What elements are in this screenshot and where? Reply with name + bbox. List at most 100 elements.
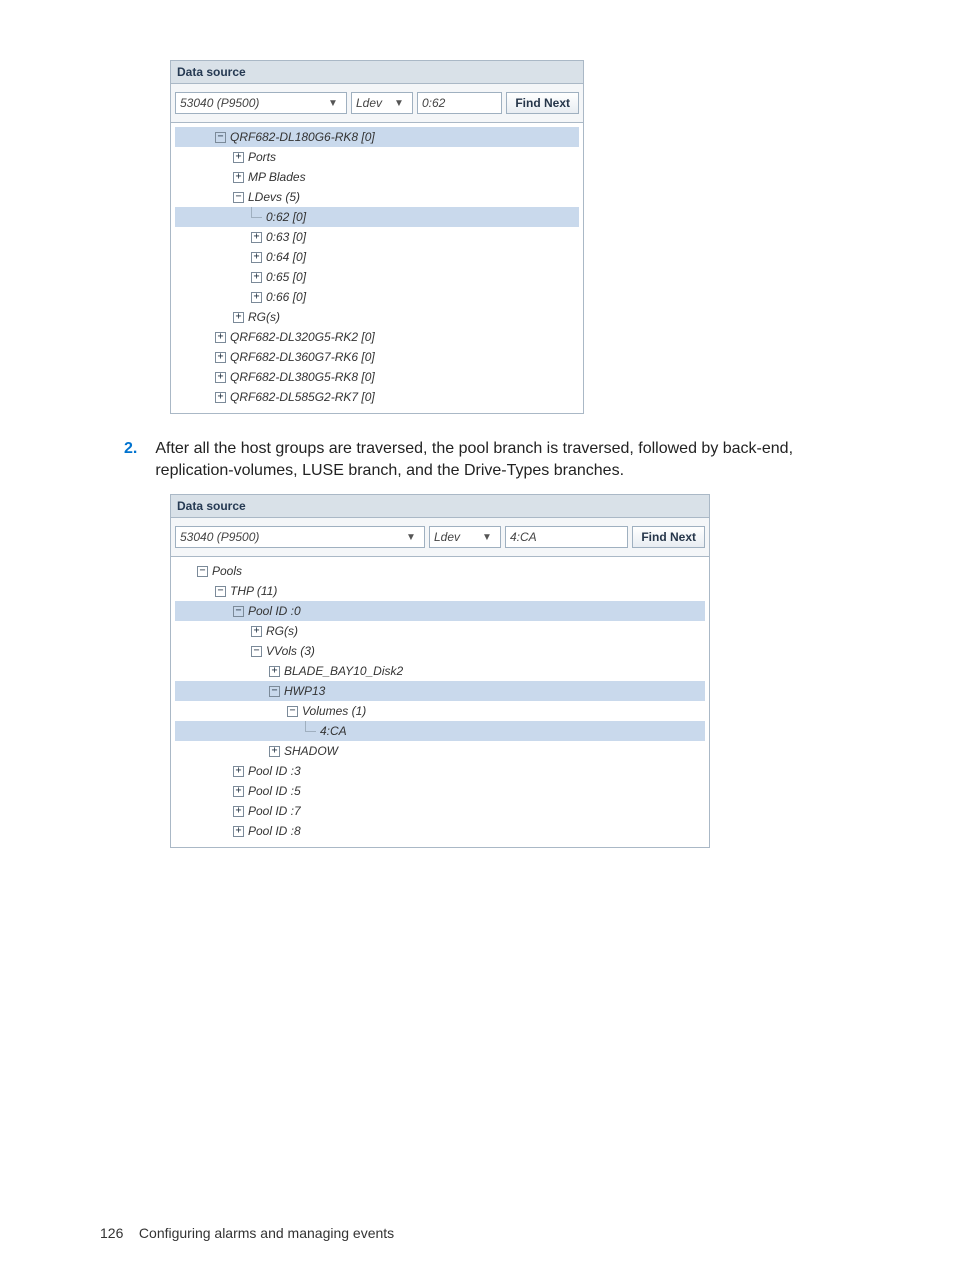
tree-node[interactable]: −THP (11)	[175, 581, 705, 601]
collapse-icon[interactable]: −	[251, 646, 262, 657]
search-input[interactable]: 4:CA	[505, 526, 628, 548]
expand-icon[interactable]: +	[215, 352, 226, 363]
tree-node[interactable]: −LDevs (5)	[175, 187, 579, 207]
tree-node[interactable]: +QRF682-DL360G7-RK6 [0]	[175, 347, 579, 367]
tree-node-label: VVols (3)	[266, 641, 315, 661]
tree-node[interactable]: +0:66 [0]	[175, 287, 579, 307]
datasource-select-value: 53040 (P9500)	[180, 530, 402, 544]
collapse-icon[interactable]: −	[233, 192, 244, 203]
step-number: 2.	[124, 438, 137, 482]
panel-data-source-b: Data source 53040 (P9500) ▼ Ldev ▼ 4:CA …	[170, 494, 710, 848]
datasource-select-value: 53040 (P9500)	[180, 96, 324, 110]
collapse-icon[interactable]: −	[215, 586, 226, 597]
collapse-icon[interactable]: −	[215, 132, 226, 143]
datasource-select[interactable]: 53040 (P9500) ▼	[175, 92, 347, 114]
tree-node[interactable]: + QRF682-DL320G5-RK2 [0]	[175, 327, 579, 347]
expand-icon[interactable]: +	[233, 152, 244, 163]
chevron-down-icon: ▼	[402, 532, 420, 543]
tree-node-label: Ports	[248, 147, 276, 167]
tree-node[interactable]: +MP Blades	[175, 167, 579, 187]
expand-icon[interactable]: +	[251, 252, 262, 263]
expand-icon[interactable]: +	[233, 312, 244, 323]
chevron-down-icon: ▼	[324, 98, 342, 109]
tree-node[interactable]: −Pool ID :0	[175, 601, 705, 621]
tree-node-label: RG(s)	[266, 621, 298, 641]
tree-node-label: Pool ID :0	[248, 601, 301, 621]
field-select[interactable]: Ldev ▼	[351, 92, 413, 114]
tree-node[interactable]: +0:63 [0]	[175, 227, 579, 247]
expand-icon[interactable]: +	[233, 766, 244, 777]
collapse-icon[interactable]: −	[233, 606, 244, 617]
tree-node-label: Pool ID :8	[248, 821, 301, 841]
toolbar-a: 53040 (P9500) ▼ Ldev ▼ 0:62 Find Next	[171, 84, 583, 123]
expand-icon[interactable]: +	[233, 826, 244, 837]
tree-node[interactable]: + Pool ID :8	[175, 821, 705, 841]
page-number: 126	[100, 1225, 123, 1241]
tree-node[interactable]: −VVols (3)	[175, 641, 705, 661]
tree-node[interactable]: −Pools	[175, 561, 705, 581]
tree-node-label: QRF682-DL320G5-RK2 [0]	[230, 327, 375, 347]
collapse-icon[interactable]: −	[287, 706, 298, 717]
collapse-icon[interactable]: −	[197, 566, 208, 577]
tree-node-label: 0:63 [0]	[266, 227, 306, 247]
tree-node[interactable]: 4:CA	[175, 721, 705, 741]
expand-icon[interactable]: +	[233, 172, 244, 183]
tree-node[interactable]: + QRF682-DL380G5-RK8 [0]	[175, 367, 579, 387]
tree-node-label: HWP13	[284, 681, 325, 701]
tree-node[interactable]: + Ports	[175, 147, 579, 167]
tree-join-icon	[305, 721, 316, 732]
tree-node[interactable]: −Volumes (1)	[175, 701, 705, 721]
tree-node-label: Pool ID :3	[248, 761, 301, 781]
search-value: 4:CA	[510, 530, 537, 544]
tree-node[interactable]: + Pool ID :3	[175, 761, 705, 781]
tree-node-label: 0:65 [0]	[266, 267, 306, 287]
tree-node[interactable]: +QRF682-DL585G2-RK7 [0]	[175, 387, 579, 407]
page-root: Data source 53040 (P9500) ▼ Ldev ▼ 0:62 …	[0, 0, 954, 1271]
tree-node[interactable]: + RG(s)	[175, 307, 579, 327]
tree-node[interactable]: +SHADOW	[175, 741, 705, 761]
tree-node-label: Volumes (1)	[302, 701, 366, 721]
panel-title: Data source	[171, 61, 583, 84]
tree-node[interactable]: −HWP13	[175, 681, 705, 701]
expand-icon[interactable]: +	[233, 806, 244, 817]
expand-icon[interactable]: +	[269, 746, 280, 757]
tree-node-label: 4:CA	[320, 721, 347, 741]
tree-node-label: RG(s)	[248, 307, 280, 327]
tree-node[interactable]: + RG(s)	[175, 621, 705, 641]
expand-icon[interactable]: +	[215, 332, 226, 343]
find-next-label: Find Next	[515, 96, 570, 110]
tree-node-label: Pool ID :7	[248, 801, 301, 821]
expand-icon[interactable]: +	[215, 392, 226, 403]
expand-icon[interactable]: +	[251, 626, 262, 637]
tree-node-label: 0:62 [0]	[266, 207, 306, 227]
expand-icon[interactable]: +	[251, 292, 262, 303]
expand-icon[interactable]: +	[251, 232, 262, 243]
page-footer: 126 Configuring alarms and managing even…	[100, 1225, 394, 1241]
expand-icon[interactable]: +	[251, 272, 262, 283]
tree-node-label: THP (11)	[230, 581, 277, 601]
tree-node-label: QRF682-DL180G6-RK8 [0]	[230, 127, 375, 147]
field-select-value: Ldev	[356, 96, 390, 110]
find-next-label: Find Next	[641, 530, 696, 544]
find-next-button[interactable]: Find Next	[506, 92, 579, 114]
tree-node[interactable]: +0:65 [0]	[175, 267, 579, 287]
tree-node[interactable]: +0:64 [0]	[175, 247, 579, 267]
datasource-select[interactable]: 53040 (P9500) ▼	[175, 526, 425, 548]
tree-node[interactable]: −QRF682-DL180G6-RK8 [0]	[175, 127, 579, 147]
tree-node-label: Pools	[212, 561, 242, 581]
search-input[interactable]: 0:62	[417, 92, 502, 114]
expand-icon[interactable]: +	[233, 786, 244, 797]
tree-node[interactable]: + Pool ID :7	[175, 801, 705, 821]
field-select[interactable]: Ldev ▼	[429, 526, 501, 548]
expand-icon[interactable]: +	[269, 666, 280, 677]
toolbar-b: 53040 (P9500) ▼ Ldev ▼ 4:CA Find Next	[171, 518, 709, 557]
find-next-button[interactable]: Find Next	[632, 526, 705, 548]
collapse-icon[interactable]: −	[269, 686, 280, 697]
tree-node[interactable]: 0:62 [0]	[175, 207, 579, 227]
tree-node[interactable]: +Pool ID :5	[175, 781, 705, 801]
tree-node[interactable]: +BLADE_BAY10_Disk2	[175, 661, 705, 681]
expand-icon[interactable]: +	[215, 372, 226, 383]
step-text: After all the host groups are traversed,…	[155, 438, 874, 482]
search-value: 0:62	[422, 96, 445, 110]
tree-node-label: QRF682-DL380G5-RK8 [0]	[230, 367, 375, 387]
